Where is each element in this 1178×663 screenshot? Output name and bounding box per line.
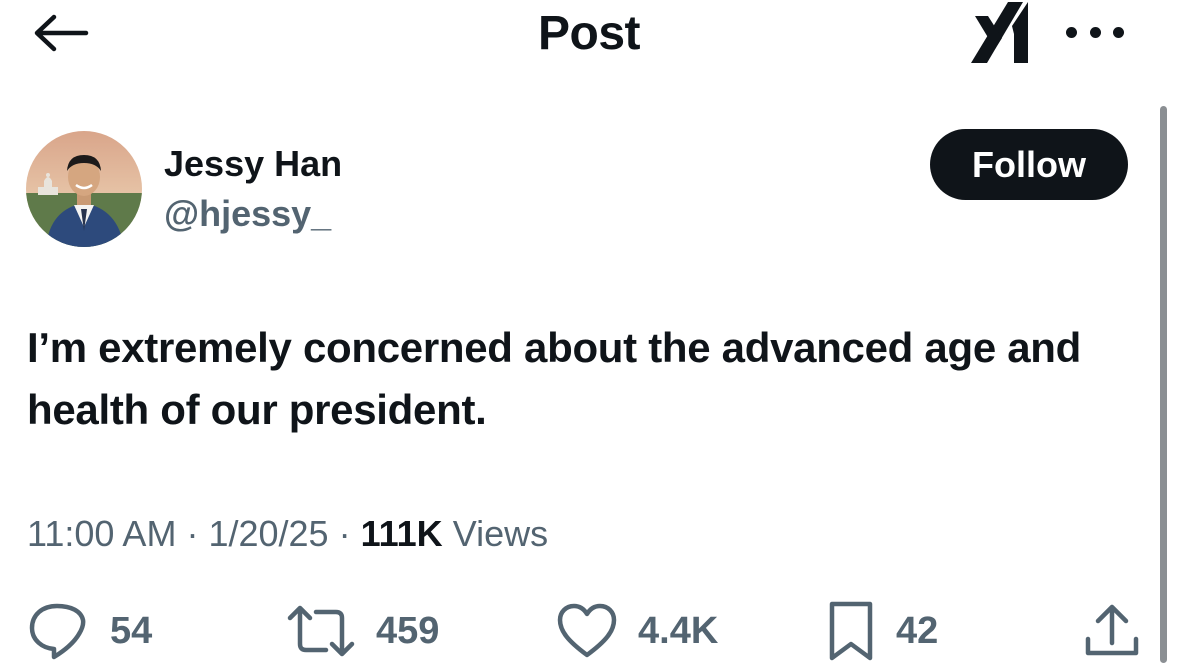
author-name[interactable]: Jessy Han [164,143,342,185]
author-handle[interactable]: @hjessy_ [164,193,331,235]
bookmark-count: 42 [896,609,939,652]
post-detail-screen: Post Jessy Han @hjessy_ Follow I’m extre… [0,0,1178,663]
post-text: I’m extremely concerned about the advanc… [27,324,1082,433]
reply-icon [29,603,86,660]
meta-separator: · [186,513,209,554]
repost-button[interactable]: 459 [286,598,439,663]
views-count[interactable]: 111K [361,513,443,554]
reply-count: 54 [110,609,153,652]
heart-icon [557,603,617,658]
repost-count: 459 [376,609,440,652]
post-time[interactable]: 11:00 AM [27,513,176,554]
share-icon [1085,604,1139,656]
share-button[interactable] [1082,598,1142,663]
post-date[interactable]: 1/20/25 [208,513,328,554]
like-count: 4.4K [638,609,719,652]
scrollbar[interactable] [1160,106,1167,663]
more-horizontal-icon [1066,26,1124,38]
grok-button[interactable] [966,0,1036,68]
profile-photo [26,131,142,247]
post-meta: 11:00 AM · 1/20/25 · 111K Views [27,513,548,555]
like-button[interactable]: 4.4K [556,598,718,663]
follow-button[interactable]: Follow [930,129,1128,200]
bookmark-icon [829,601,873,661]
bookmark-button[interactable]: 42 [826,598,938,663]
reply-button[interactable]: 54 [26,598,152,663]
views-label: Views [452,513,549,554]
avatar[interactable] [26,131,142,247]
meta-separator: · [338,513,361,554]
grok-icon [971,2,1028,63]
repost-icon [287,605,355,657]
more-options-button[interactable] [1064,14,1126,50]
